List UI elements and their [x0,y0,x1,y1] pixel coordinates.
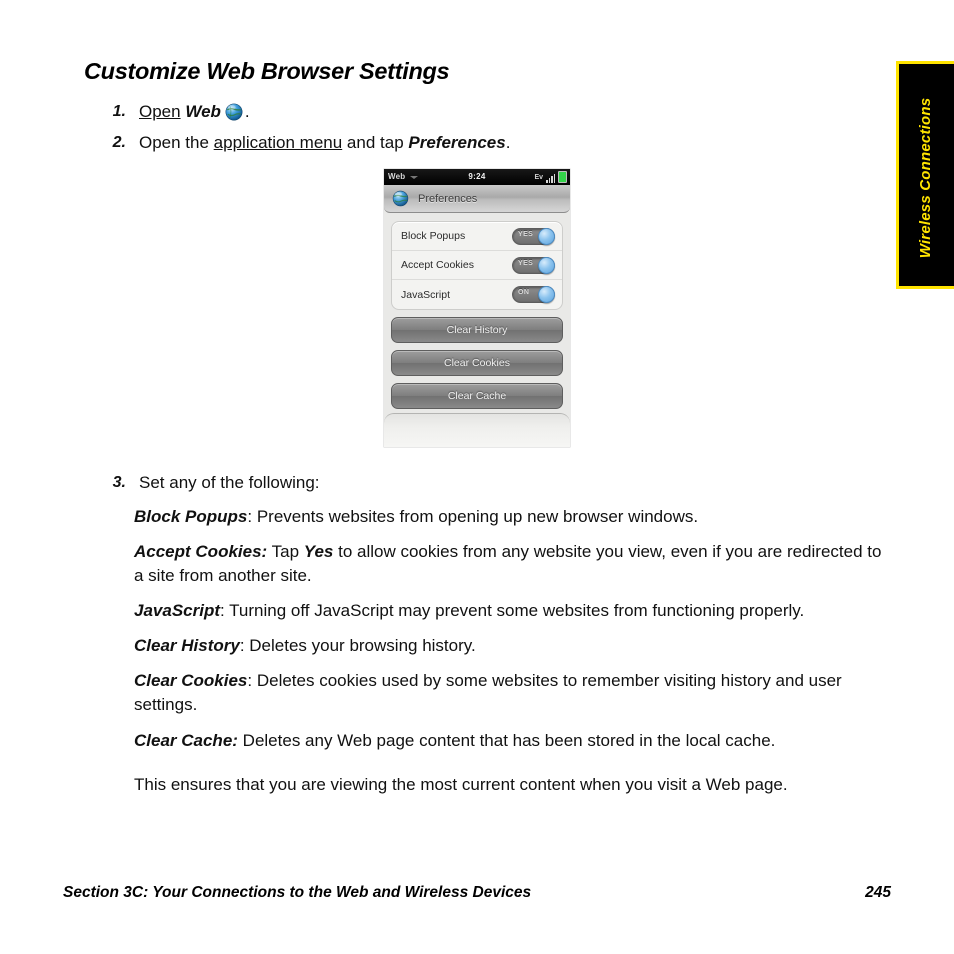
step1-period: . [244,102,250,121]
step-text: Open the application menu and tap Prefer… [139,131,620,154]
signal-bars-icon [546,174,555,183]
pref-label: JavaScript [401,288,451,301]
ev-indicator: Ev [534,174,543,181]
toggle-knob [538,227,555,245]
phone-bottom-tray [384,413,570,447]
pref-row-javascript[interactable]: JavaScript ON [392,280,562,309]
definition-part1: Tap [271,542,304,561]
pref-label: Block Popups [401,230,466,242]
step-number: 1. [112,103,126,120]
preferences-emphasis: Preferences [408,133,506,152]
page-title: Customize Web Browser Settings [84,58,450,84]
globe-icon [225,103,243,121]
toggle-javascript[interactable]: ON [512,286,555,303]
toggle-state-label: ON [518,289,530,296]
toggle-knob [538,286,555,303]
phone-app-header: Preferences [384,185,570,213]
phone-status-bar: Web 9:24 Ev [384,169,570,185]
step-text: Open Web. [139,100,520,123]
step2-middle: and tap [342,133,409,152]
separator: : [220,601,230,620]
application-menu-link[interactable]: application menu [214,133,343,152]
description-accept-cookies: Accept Cookies: Tap Yes to allow cookies… [134,540,894,587]
step2-suffix: . [505,133,511,152]
term: Clear History [134,636,240,655]
term: JavaScript [134,601,220,620]
footer-section-title: Section 3C: Your Connections to the Web … [63,884,532,901]
term: Accept Cookies: [134,542,268,561]
toggle-block-popups[interactable]: YES [512,227,555,245]
term: Clear Cache: [134,731,238,750]
section-side-tab: Wireless Connections [896,61,954,289]
definition: Prevents websites from opening up new br… [256,507,699,526]
separator: : [239,636,250,655]
clear-cache-button[interactable]: Clear Cache [391,383,563,409]
definition: Deletes any Web page content that has be… [242,731,776,750]
pref-row-block-popups[interactable]: Block Popups YES [392,222,562,251]
term: Block Popups [134,507,248,526]
toggle-state-label: YES [518,230,534,238]
list-item-step-3: 3. Set any of the following: [100,471,520,494]
list-item-step-1: 1. Open Web. [100,100,520,123]
step-text: Set any of the following: [139,473,320,492]
list-item-step-2: 2. Open the application menu and tap Pre… [100,131,620,154]
description-block-popups: Block Popups: Prevents websites from ope… [134,505,894,529]
term: Clear Cookies [134,671,248,690]
separator: : [247,671,257,690]
description-javascript: JavaScript: Turning off JavaScript may p… [134,599,894,623]
globe-icon [392,190,409,207]
description-clear-history: Clear History: Deletes your browsing his… [134,634,894,658]
status-indicators: Ev [534,171,567,183]
step2-prefix: Open the [139,133,214,152]
phone-preferences-card: Block Popups YES Accept Cookies YES Java… [391,221,563,310]
pref-row-accept-cookies[interactable]: Accept Cookies YES [392,251,562,280]
phone-header-title: Preferences [418,192,478,205]
yes-emphasis: Yes [303,542,334,561]
document-page: Customize Web Browser Settings 1. Open W… [0,0,954,954]
step-number: 2. [112,134,126,151]
clear-history-button[interactable]: Clear History [391,317,563,343]
web-app-name: Web [185,102,221,121]
footer-page-number: 245 [865,884,891,901]
toggle-accept-cookies[interactable]: YES [512,256,555,274]
step-number: 3. [112,474,126,491]
description-clear-cookies: Clear Cookies: Deletes cookies used by s… [134,669,894,716]
pref-label: Accept Cookies [401,259,474,271]
separator: : [247,507,257,526]
definition: Deletes your browsing history. [249,636,476,655]
toggle-state-label: YES [518,259,534,267]
definition: Turning off JavaScript may prevent some … [229,601,805,620]
battery-icon [558,171,567,183]
side-tab-label: Wireless Connections [916,97,934,259]
clear-cookies-button[interactable]: Clear Cookies [391,350,563,376]
open-link[interactable]: Open [139,102,181,121]
page-footer: Section 3C: Your Connections to the Web … [63,884,891,902]
description-clear-cache: Clear Cache: Deletes any Web page conten… [134,729,894,753]
closing-note: This ensures that you are viewing the mo… [134,775,788,794]
toggle-knob [538,256,555,274]
phone-screenshot-figure: Web 9:24 Ev Preferences Block Popups YES [384,169,570,447]
